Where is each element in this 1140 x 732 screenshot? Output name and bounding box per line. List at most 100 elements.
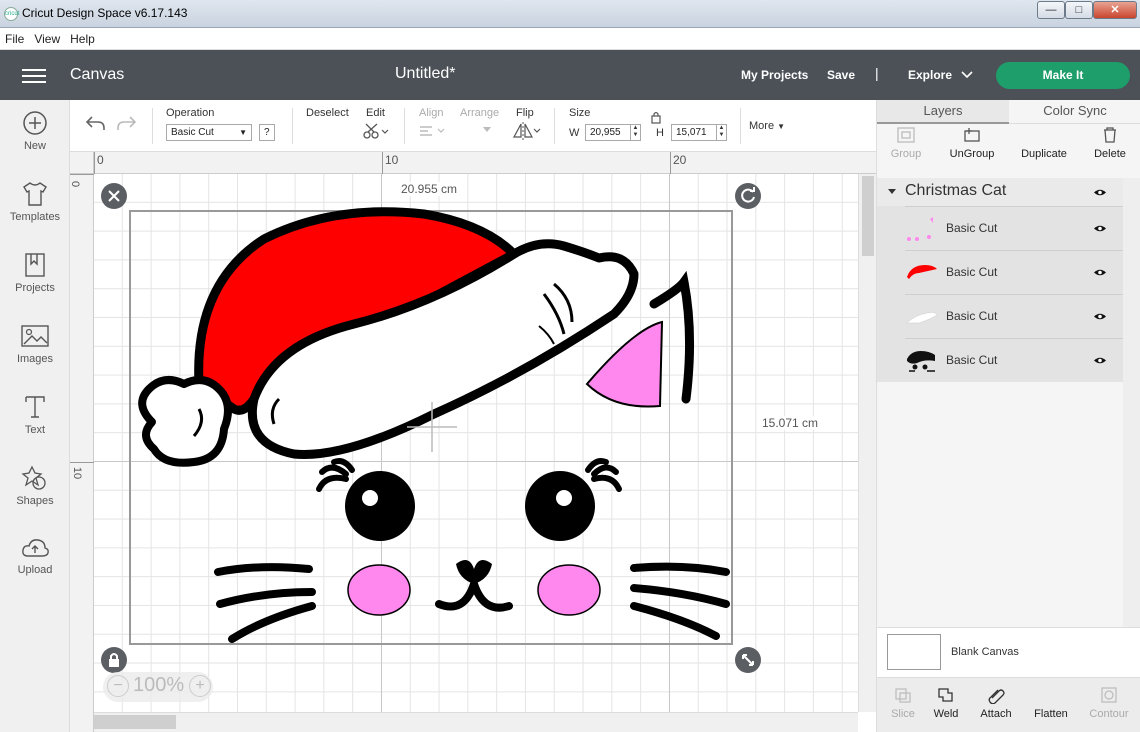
contour-button[interactable]: Contour: [1083, 686, 1135, 720]
layer-thumbnail-pink-dots: [907, 217, 933, 241]
window-title: Cricut Design Space v6.17.143: [22, 6, 188, 20]
header-separator: |: [875, 65, 879, 81]
layer-thumbnail-red-hat: [907, 265, 937, 279]
group-icon: [897, 127, 915, 143]
height-value: 15,071: [676, 127, 707, 138]
eye-icon[interactable]: [1093, 268, 1107, 277]
close-window-button[interactable]: ✕: [1093, 1, 1137, 19]
explore-dropdown[interactable]: Explore: [908, 68, 973, 82]
document-title: Untitled*: [395, 65, 456, 82]
ungroup-button[interactable]: UnGroup: [939, 126, 1005, 160]
horizontal-scrollbar[interactable]: [94, 712, 858, 732]
attach-button[interactable]: Attach: [970, 686, 1022, 720]
christmas-cat-design[interactable]: [94, 174, 858, 712]
duplicate-button[interactable]: Duplicate: [1011, 126, 1077, 160]
zoom-control: − 100% +: [103, 672, 213, 702]
zoom-in-button[interactable]: +: [189, 675, 211, 697]
make-it-button[interactable]: Make It: [996, 62, 1130, 89]
tab-color-sync[interactable]: Color Sync: [1009, 100, 1140, 124]
scroll-thumb[interactable]: [94, 715, 176, 729]
edit-label: Edit: [366, 107, 385, 119]
vertical-scrollbar[interactable]: [858, 174, 876, 712]
sidebar-item-shapes[interactable]: Shapes: [0, 465, 70, 535]
group-button[interactable]: Group: [873, 126, 939, 160]
sidebar-item-projects[interactable]: Projects: [0, 252, 70, 322]
lock-icon[interactable]: [650, 110, 662, 124]
width-stepper[interactable]: ▲ ▼: [630, 125, 640, 140]
eye-icon[interactable]: [1093, 312, 1107, 321]
align-label: Align: [419, 107, 444, 119]
hamburger-menu-icon[interactable]: [22, 69, 46, 83]
shapes-icon: [21, 465, 46, 490]
flip-icon[interactable]: [511, 122, 541, 140]
menu-file[interactable]: File: [0, 28, 29, 46]
toolbar-divider: [292, 108, 293, 144]
caret-down-icon: ▼: [239, 128, 247, 137]
width-label: W: [569, 127, 580, 139]
layers-scrollbar[interactable]: [1123, 178, 1140, 627]
height-dimension-label: 15.071 cm: [760, 416, 821, 430]
layer-row[interactable]: Basic Cut: [905, 250, 1123, 293]
resize-handle[interactable]: [735, 647, 761, 673]
sidebar-label-new: New: [23, 140, 46, 152]
my-projects-link[interactable]: My Projects: [741, 68, 808, 82]
lock-proportions-button[interactable]: [101, 647, 127, 673]
menu-bar: File View Help: [0, 28, 1140, 50]
sidebar-item-text[interactable]: Text: [0, 394, 70, 464]
layer-row[interactable]: Basic Cut: [905, 338, 1123, 381]
layer-name: Basic Cut: [946, 353, 998, 367]
eye-icon[interactable]: [1093, 356, 1107, 365]
save-button[interactable]: Save: [827, 68, 855, 82]
sidebar-item-templates[interactable]: Templates: [0, 181, 70, 251]
height-label: H: [656, 127, 664, 139]
rotate-handle[interactable]: [735, 183, 761, 209]
collapse-caret-icon[interactable]: [887, 188, 897, 196]
deselect-button[interactable]: Deselect: [306, 107, 349, 119]
layer-row[interactable]: Basic Cut: [905, 294, 1123, 337]
layer-row[interactable]: Basic Cut: [905, 206, 1123, 249]
weld-button[interactable]: Weld: [920, 686, 972, 720]
zoom-level: 100%: [133, 674, 185, 696]
eye-icon[interactable]: [1093, 224, 1107, 233]
eye-icon[interactable]: [1093, 188, 1107, 197]
operation-value: Basic Cut: [171, 127, 214, 138]
vertical-ruler-ticks: [70, 174, 94, 463]
flatten-button[interactable]: Flatten: [1025, 686, 1077, 720]
delete-selection-button[interactable]: [101, 183, 127, 209]
undo-icon[interactable]: [84, 114, 106, 132]
sidebar-item-upload[interactable]: Upload: [0, 536, 70, 606]
tab-layers[interactable]: Layers: [877, 100, 1009, 124]
delete-button[interactable]: Delete: [1077, 126, 1140, 160]
layer-group-row[interactable]: Christmas Cat: [877, 178, 1123, 206]
blank-canvas-row[interactable]: Blank Canvas: [877, 627, 1140, 677]
design-canvas[interactable]: 20.955 cm 15.071 cm: [94, 174, 858, 712]
menu-help[interactable]: Help: [65, 28, 100, 46]
duplicate-icon-spacer: [1011, 126, 1077, 148]
width-input[interactable]: 20,955 ▲ ▼: [585, 124, 641, 141]
sidebar-item-new[interactable]: New: [0, 110, 70, 180]
sidebar-label-text: Text: [24, 424, 46, 436]
slice-icon: [895, 688, 911, 703]
ruler-tick-label: 10: [385, 153, 399, 167]
redo-icon[interactable]: [116, 114, 138, 132]
ruler-corner: [70, 152, 94, 174]
menu-view[interactable]: View: [29, 28, 65, 46]
vertical-ruler: 0 10: [69, 174, 94, 732]
trash-icon: [1104, 127, 1116, 143]
edit-scissors-icon[interactable]: [362, 122, 390, 140]
height-stepper[interactable]: ▲ ▼: [716, 125, 726, 140]
more-dropdown[interactable]: More ▼: [749, 120, 785, 132]
operation-select[interactable]: Basic Cut ▼: [166, 124, 252, 141]
section-title: Canvas: [70, 66, 125, 83]
scroll-thumb[interactable]: [862, 176, 874, 256]
sidebar-item-images[interactable]: Images: [0, 323, 70, 393]
zoom-out-button[interactable]: −: [107, 675, 129, 697]
sidebar-label-projects: Projects: [15, 282, 55, 294]
layer-thumbnail-black-cat: [907, 351, 935, 372]
layer-name: Basic Cut: [946, 221, 998, 235]
height-input[interactable]: 15,071 ▲ ▼: [671, 124, 727, 141]
blank-canvas-swatch[interactable]: [887, 634, 941, 670]
maximize-button[interactable]: □: [1065, 1, 1093, 19]
operation-help-button[interactable]: ?: [259, 124, 275, 141]
minimize-button[interactable]: —: [1037, 1, 1065, 19]
